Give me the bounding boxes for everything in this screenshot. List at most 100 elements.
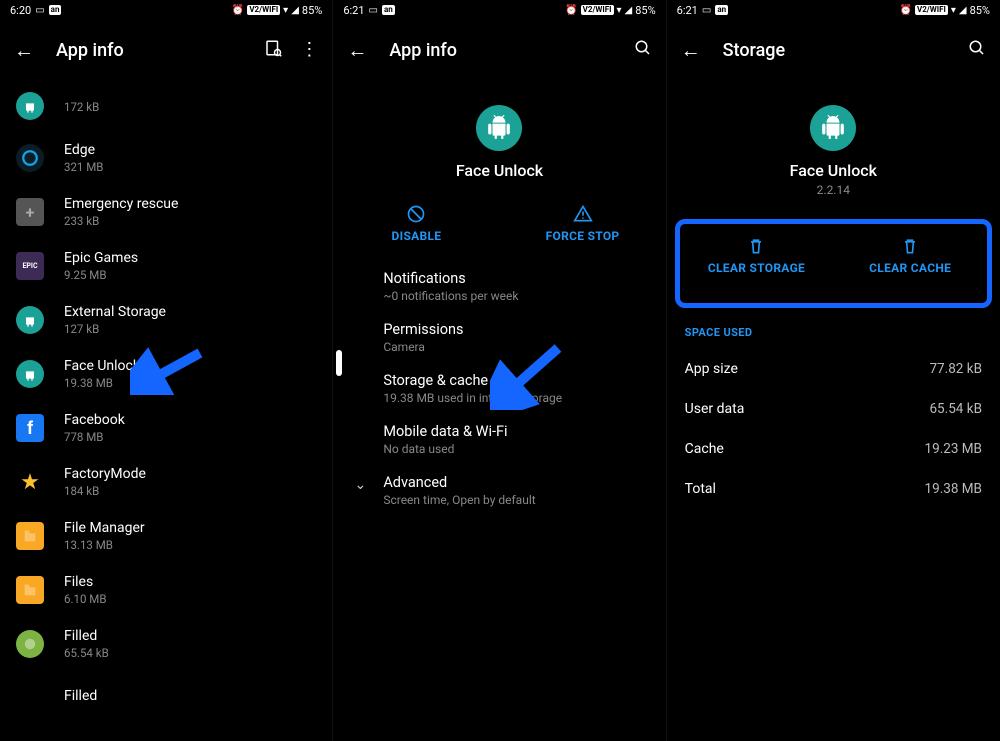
settings-row[interactable]: Notifications~0 notifications per week (333, 261, 665, 312)
app-size: 13.13 MB (64, 538, 145, 552)
header: ← App info ⋮ (0, 20, 332, 81)
storage-value: 65.54 kB (929, 401, 982, 417)
panel-app-info: 6:21 ▭ an ⏰ V2/WIFI ▾ ◢ 85% ← App info (333, 0, 666, 741)
arrow-annotation (130, 345, 210, 395)
app-row[interactable]: Filled 65.54 kB (0, 617, 332, 671)
app-row[interactable]: +Emergency rescue233 kB (0, 185, 332, 239)
status-time: 6:20 (10, 4, 31, 17)
clear-cache-label: CLEAR CACHE (869, 261, 951, 275)
page-title: App info (56, 40, 242, 61)
status-bar: 6:21 ▭ an ⏰ V2/WIFI ▾ ◢ 85% (667, 0, 1000, 20)
force-stop-label: FORCE STOP (546, 229, 620, 243)
storage-label: Total (685, 481, 716, 497)
page-title: Storage (723, 40, 946, 61)
storage-label: User data (685, 401, 745, 417)
signal-icon: ◢ (625, 5, 633, 16)
back-button[interactable]: ← (681, 38, 701, 63)
app-name: Filled (64, 628, 109, 644)
storage-rows: App size77.82 kBUser data65.54 kBCache19… (667, 349, 1000, 509)
clear-storage-button[interactable]: CLEAR STORAGE (680, 228, 834, 293)
section-title: SPACE USED (667, 322, 1000, 349)
app-size: 172 kB (64, 100, 99, 114)
scrollbar[interactable] (336, 350, 342, 376)
app-row[interactable]: fFacebook778 MB (0, 401, 332, 455)
app-row[interactable]: Filled (0, 671, 332, 721)
image-icon: ▭ (369, 5, 378, 16)
app-icon: f (16, 414, 44, 442)
storage-value: 19.38 MB (925, 481, 982, 497)
force-stop-button[interactable]: FORCE STOP (500, 196, 666, 261)
wifi-icon: ▾ (283, 5, 288, 16)
app-name: Filled (64, 688, 97, 704)
advanced-row[interactable]: ⌄ Advanced Screen time, Open by default (333, 465, 665, 516)
app-icon: EPIC (16, 252, 44, 280)
app-icon (16, 306, 44, 334)
storage-row: Total 19.38 MB (667, 469, 1000, 509)
panel-app-list: 6:20 ▭ an ⏰ V2/WIFI ▾ ◢ 85% ← App info ⋮ (0, 0, 333, 741)
status-badge: an (382, 5, 395, 15)
image-icon: ▭ (702, 5, 711, 16)
search-icon[interactable] (634, 39, 652, 62)
storage-label: App size (685, 361, 738, 377)
app-size: 233 kB (64, 214, 178, 228)
app-name: Edge (64, 142, 103, 158)
app-icon: ★ (16, 468, 44, 496)
clear-storage-label: CLEAR STORAGE (708, 261, 805, 275)
clear-cache-button[interactable]: CLEAR CACHE (833, 228, 987, 293)
app-row[interactable]: ★FactoryMode184 kB (0, 455, 332, 509)
storage-label: Cache (685, 441, 724, 457)
app-size: 19.38 MB (64, 376, 140, 390)
app-size: 6.10 MB (64, 592, 106, 606)
back-button[interactable]: ← (347, 38, 367, 63)
wifi-label: V2/WIFI (915, 5, 948, 15)
app-row[interactable]: EPICEpic Games9.25 MB (0, 239, 332, 293)
alarm-icon: ⏰ (900, 5, 912, 16)
app-row[interactable]: 172 kB (0, 81, 332, 131)
action-row: DISABLE FORCE STOP (333, 196, 665, 261)
page-title: App info (389, 40, 611, 61)
disable-button[interactable]: DISABLE (333, 196, 499, 261)
signal-icon: ◢ (291, 5, 299, 16)
app-name: External Storage (64, 304, 166, 320)
status-bar: 6:20 ▭ an ⏰ V2/WIFI ▾ ◢ 85% (0, 0, 332, 20)
status-time: 6:21 (343, 4, 364, 17)
wifi-label: V2/WIFI (581, 5, 614, 15)
action-row: CLEAR STORAGE CLEAR CACHE (680, 228, 987, 293)
app-icon (16, 360, 44, 388)
app-name: Emergency rescue (64, 196, 178, 212)
app-row[interactable]: Edge 321 MB (0, 131, 332, 185)
app-icon (476, 105, 522, 151)
search-icon[interactable] (968, 39, 986, 62)
app-row[interactable]: External Storage127 kB (0, 293, 332, 347)
app-summary: Face Unlock (333, 81, 665, 196)
settings-title: Mobile data & Wi-Fi (383, 423, 647, 440)
app-summary: Face Unlock 2.2.14 (667, 81, 1000, 213)
status-time: 6:21 (677, 4, 698, 17)
app-name: File Manager (64, 520, 145, 536)
app-size: 65.54 kB (64, 646, 109, 660)
app-version: 2.2.14 (817, 183, 850, 197)
app-size: 778 MB (64, 430, 125, 444)
battery-pct: 85% (635, 4, 655, 17)
app-icon (16, 144, 44, 172)
back-button[interactable]: ← (14, 38, 34, 63)
app-row[interactable]: Files6.10 MB (0, 563, 332, 617)
filter-icon[interactable] (264, 39, 282, 62)
panel-storage: 6:21 ▭ an ⏰ V2/WIFI ▾ ◢ 85% ← Storage (667, 0, 1000, 741)
app-name: Face Unlock (790, 161, 877, 180)
app-list[interactable]: 172 kBEdge321 MB+Emergency rescue233 kBE… (0, 81, 332, 721)
settings-sub: ~0 notifications per week (383, 289, 647, 303)
settings-title: Permissions (383, 321, 647, 338)
settings-sub: No data used (383, 442, 647, 456)
advanced-sub: Screen time, Open by default (383, 493, 535, 507)
storage-value: 19.23 MB (925, 441, 982, 457)
more-icon[interactable]: ⋮ (300, 39, 318, 62)
app-size: 321 MB (64, 160, 103, 174)
app-row[interactable]: File Manager 13.13 MB (0, 509, 332, 563)
header: ← Storage (667, 20, 1000, 81)
alarm-icon: ⏰ (232, 5, 244, 16)
settings-row[interactable]: Mobile data & Wi-Fi No data used (333, 414, 665, 465)
app-icon (16, 630, 44, 658)
battery-pct: 85% (302, 4, 322, 17)
image-icon: ▭ (35, 5, 44, 16)
